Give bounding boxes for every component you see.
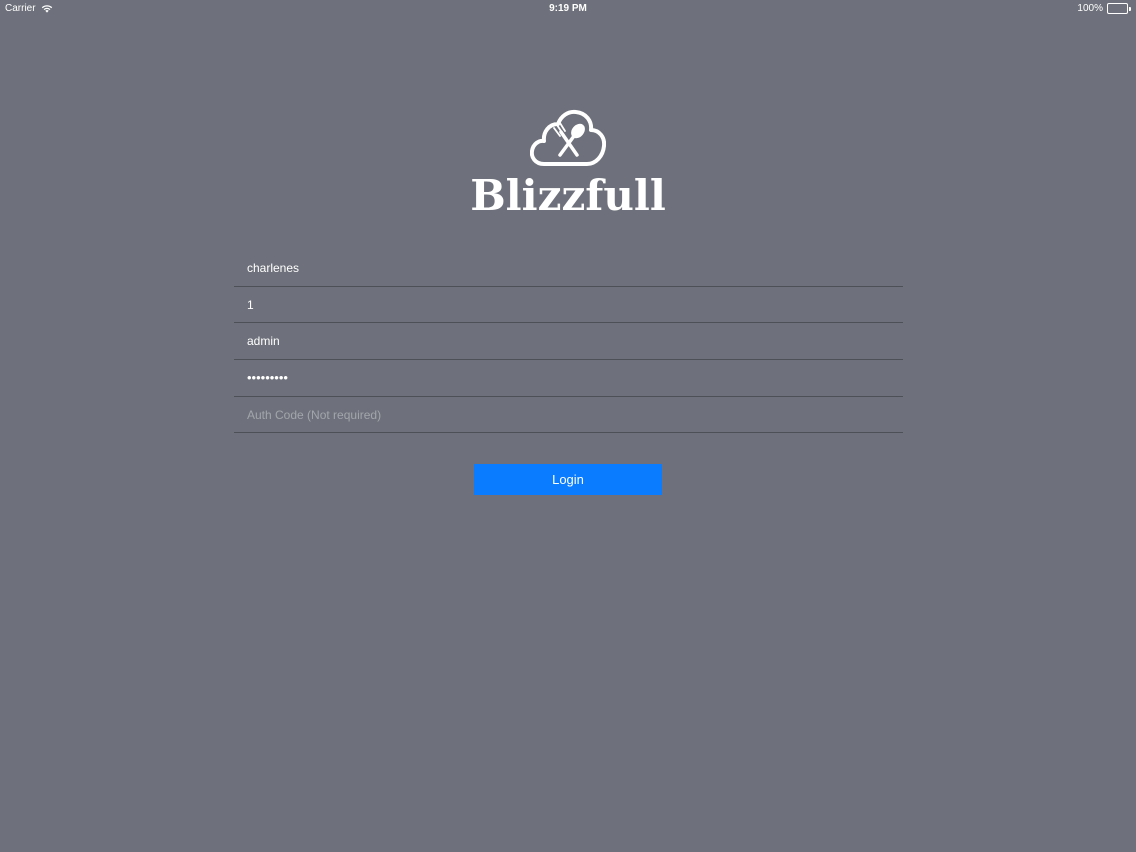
status-bar: Carrier 9:19 PM 100%	[0, 0, 1136, 18]
company-input[interactable]	[247, 260, 903, 275]
login-form	[234, 250, 903, 434]
status-time: 9:19 PM	[549, 3, 587, 14]
battery-percent: 100%	[1077, 3, 1103, 14]
cloud-fork-spoon-icon	[530, 109, 606, 166]
status-right: 100%	[1077, 3, 1131, 14]
store-input[interactable]	[247, 297, 903, 312]
auth-code-field-row	[234, 397, 903, 434]
battery-icon	[1107, 3, 1131, 14]
store-field-row	[234, 287, 903, 324]
password-input[interactable]	[247, 370, 903, 386]
username-input[interactable]	[247, 334, 903, 349]
username-field-row	[234, 323, 903, 361]
auth-code-input[interactable]	[247, 407, 903, 422]
company-field-row	[234, 250, 903, 287]
login-button[interactable]: Login	[474, 464, 662, 495]
brand-name: Blizzfull	[470, 171, 666, 220]
brand-logo: Blizzfull	[0, 108, 1136, 220]
password-field-row	[234, 360, 903, 397]
